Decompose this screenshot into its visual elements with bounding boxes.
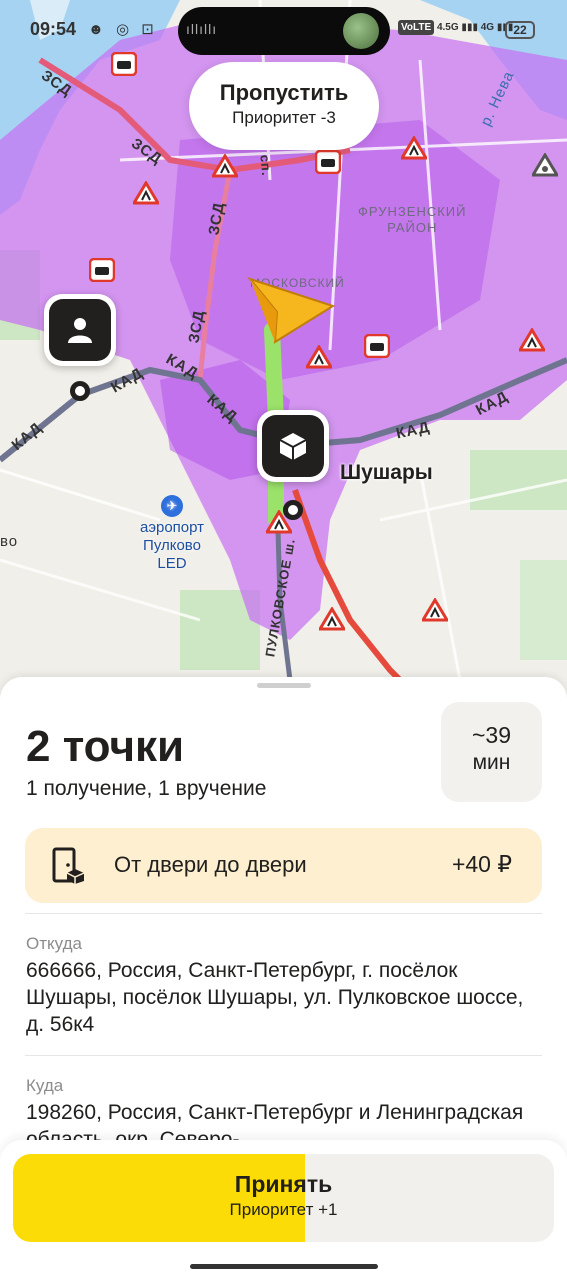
skip-priority: Приоритет -3 — [232, 108, 336, 127]
status-time: 09:54 — [30, 19, 77, 39]
skip-button[interactable]: Пропустить Приоритет -3 — [189, 62, 379, 150]
notification-icons: ☻ ◎ ⊡ — [88, 21, 158, 38]
roadwork-icon[interactable] — [212, 154, 238, 178]
accident-icon[interactable] — [89, 258, 115, 282]
roadwork-icon[interactable] — [401, 136, 427, 160]
sheet-grabber[interactable] — [257, 683, 311, 688]
divider — [25, 1055, 542, 1056]
accident-icon[interactable] — [315, 150, 341, 174]
points-summary: 1 получение, 1 вручение — [26, 777, 267, 800]
pickup-marker[interactable] — [257, 410, 329, 482]
roadwork-icon[interactable] — [422, 598, 448, 622]
skip-title: Пропустить — [219, 80, 349, 105]
from-label: Откуда — [26, 934, 82, 953]
points-count-title: 2 точки — [26, 722, 185, 771]
roadwork-icon[interactable] — [519, 328, 545, 352]
to-label: Куда — [26, 1076, 64, 1095]
audio-wave-icon: ıllıllı — [186, 21, 218, 37]
door-to-door-label: От двери до двери — [114, 852, 307, 877]
divider — [25, 913, 542, 914]
media-cover-icon — [343, 13, 379, 49]
accept-button[interactable]: Принять Приоритет +1 — [13, 1154, 554, 1242]
accident-icon[interactable] — [364, 334, 390, 358]
network-indicators: VoLTE 4.5G ▮▮▮ 4G ▮▮▮ — [398, 20, 513, 35]
eta-unit: мин — [472, 751, 511, 774]
navigation-arrow-icon — [247, 276, 335, 344]
eta-value: ~39 — [471, 722, 511, 748]
traffic-event-icon[interactable] — [532, 153, 558, 177]
recipient-pin-dot — [70, 381, 90, 401]
roadwork-icon[interactable] — [133, 181, 159, 205]
accept-panel: Принять Приоритет +1 — [0, 1140, 567, 1280]
home-indicator[interactable] — [190, 1264, 378, 1269]
street-label: сп. — [257, 154, 275, 177]
accept-title: Принять — [234, 1171, 333, 1197]
recipient-marker[interactable] — [44, 294, 116, 366]
door-parcel-icon — [52, 847, 85, 884]
door-to-door-price: +40 ₽ — [451, 851, 512, 877]
accident-icon[interactable] — [111, 52, 137, 76]
airport-label[interactable]: ✈ аэропорт Пулково LED — [130, 495, 214, 573]
status-bar: 09:54 ☻ ◎ ⊡ ıllıllı VoLTE 4.5G ▮▮▮ 4G ▮▮… — [0, 0, 567, 55]
district-label: ФРУНЗЕНСКИЙ РАЙОН — [358, 204, 467, 235]
eta-badge: ~39 мин — [441, 702, 542, 802]
parcel-box-icon — [279, 433, 307, 460]
airplane-icon: ✈ — [161, 495, 183, 517]
person-icon — [68, 318, 92, 343]
door-to-door-banner[interactable]: От двери до двери +40 ₽ — [25, 828, 542, 903]
pickup-pin-dot — [283, 500, 303, 520]
edge-label: во — [0, 533, 19, 550]
from-address[interactable]: 666666, Россия, Санкт-Петербург, г. посё… — [26, 957, 526, 1038]
city-label-shushary: Шушары — [340, 461, 433, 484]
roadwork-icon[interactable] — [319, 607, 345, 631]
roadwork-icon[interactable] — [306, 345, 332, 369]
accept-priority: Приоритет +1 — [229, 1200, 338, 1219]
battery-icon: 22 — [505, 21, 535, 39]
